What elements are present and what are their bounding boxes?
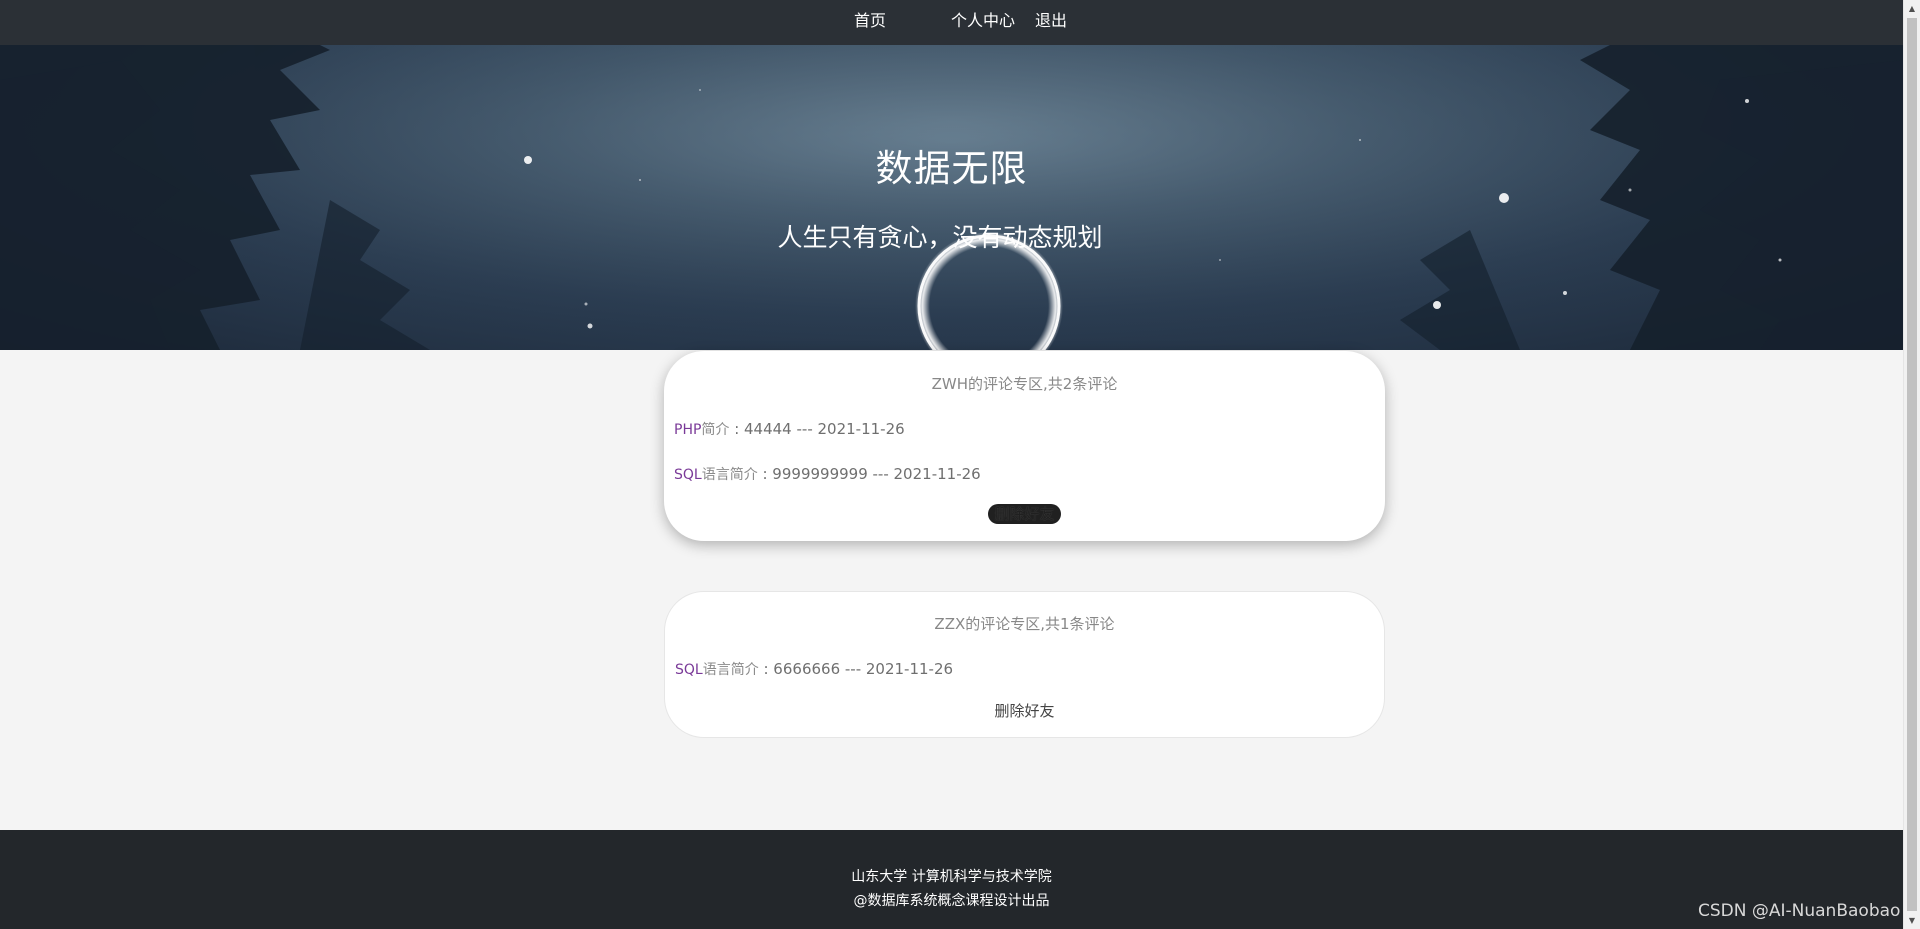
card-header: ZWH的评论专区,共2条评论 [931,375,1118,393]
comment-content: : 6666666 --- 2021-11-26 [758,660,954,678]
vertical-scrollbar[interactable]: ▲ ▼ [1903,0,1920,929]
scrollbar-thumb[interactable] [1907,18,1917,911]
comment-content: : 44444 --- 2021-11-26 [729,420,905,438]
comment-card: ZZX的评论专区,共1条评论 SQL语言简介 : 6666666 --- 202… [664,591,1385,738]
card-header: ZZX的评论专区,共1条评论 [934,615,1115,633]
footer-credit: @数据库系统概念课程设计出品 [853,893,1050,909]
footer-institution: 山东大学 计算机科学与技术学院 [851,869,1052,885]
nav-profile-link[interactable]: 个人中心 [951,11,1015,31]
delete-friend-label: 删除好友 [988,504,1061,524]
delete-friend-button[interactable]: 删除好友 [665,701,1384,721]
nav-home-link[interactable]: 首页 [854,11,886,31]
comment-item: PHP简介 : 44444 --- 2021-11-26 [674,419,905,440]
triangle-down-icon[interactable]: ▼ [1904,912,1920,929]
hero-banner: 数据无限 人生只有贪心，没有动态规划 [0,0,1903,350]
comment-content: : 9999999999 --- 2021-11-26 [757,465,981,483]
comment-language: PHP [674,422,702,438]
delete-friend-label: 删除好友 [994,702,1055,720]
hero-title: 数据无限 [875,147,1028,190]
comment-item: SQL语言简介 : 6666666 --- 2021-11-26 [675,659,953,680]
csdn-watermark: CSDN @AI-NuanBaobao [1698,901,1901,921]
comment-item: SQL语言简介 : 9999999999 --- 2021-11-26 [674,464,981,485]
comment-kind: 语言简介 [702,662,759,678]
triangle-up-icon[interactable]: ▲ [1904,0,1920,17]
top-navigation: 首页 个人中心 退出 [0,0,1903,45]
nav-logout-link[interactable]: 退出 [1035,11,1067,31]
hero-subtitle: 人生只有贪心，没有动态规划 [777,223,1103,252]
comment-kind: 语言简介 [701,467,758,483]
comment-language: SQL [675,662,703,678]
delete-friend-button[interactable]: 删除好友 [664,504,1385,524]
page: 数据无限 人生只有贪心，没有动态规划 首页 个人中心 退出 ZWH的评论专区,共… [0,0,1903,929]
comment-card: ZWH的评论专区,共2条评论 PHP简介 : 44444 --- 2021-11… [664,351,1385,541]
comment-language: SQL [674,467,702,483]
comment-kind: 简介 [701,422,730,438]
footer: 山东大学 计算机科学与技术学院 @数据库系统概念课程设计出品 [0,830,1903,929]
